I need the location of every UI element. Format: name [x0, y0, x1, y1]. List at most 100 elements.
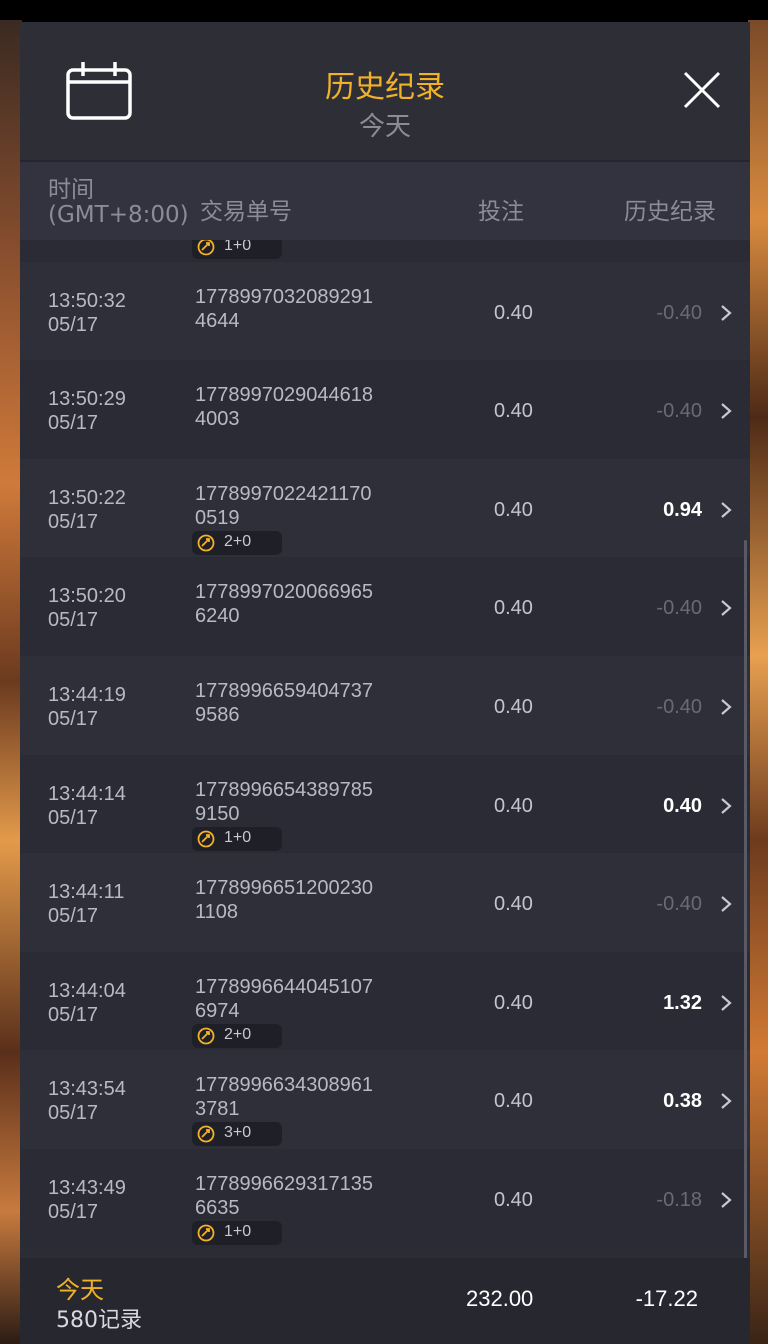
scrollbar[interactable] [744, 540, 747, 1258]
row-time: 13:50:32 [48, 289, 126, 312]
chevron-right-icon [721, 600, 732, 617]
column-time: 时间 (GMT+8:00) [48, 178, 189, 228]
row-time: 13:44:14 [48, 782, 126, 805]
background-left [0, 20, 22, 1344]
close-icon[interactable] [682, 70, 722, 110]
row-date: 05/17 [48, 707, 99, 730]
row-transaction-id: 1778996651200230 [195, 877, 373, 900]
free-spin-icon [197, 534, 215, 552]
history-panel: 历史纪录 今天 时间 (GMT+8:00) 交易单号 投注 历史纪录 05/17… [20, 22, 750, 1344]
free-spin-icon [197, 1125, 215, 1143]
chevron-right-icon [721, 896, 732, 912]
row-transaction-id: 1778996629317135 [195, 1172, 373, 1195]
row-transaction-id: 1778996644045107 [195, 975, 373, 998]
chevron-right-icon [721, 797, 732, 814]
row-bet: 0.40 [494, 1090, 533, 1113]
row-time: 13:44:11 [48, 881, 125, 904]
row-date: 05/17 [48, 412, 99, 435]
row-time: 13:50:22 [48, 486, 126, 509]
footer-total-bet: 232.00 [466, 1286, 534, 1311]
row-date: 05/17 [48, 1200, 99, 1223]
row-result: 0.40 [663, 794, 702, 817]
badge-label: 1+0 [224, 828, 252, 846]
badge-label: 1+0 [224, 240, 252, 254]
row-result: 0.38 [663, 1090, 702, 1113]
row-transaction-id-suffix: 0519 [195, 506, 240, 529]
free-spin-badge: 1+0 [192, 240, 282, 259]
free-spin-badge: 2+0 [192, 1023, 282, 1048]
row-transaction-id: 1778996634308961 [195, 1074, 373, 1097]
free-spin-icon [197, 830, 215, 847]
page-title: 历史纪录 [325, 70, 445, 105]
row-result: -0.40 [656, 695, 702, 718]
footer-total-result: -17.22 [635, 1286, 698, 1311]
badge-label: 3+0 [224, 1124, 252, 1142]
table-row[interactable]: 13:50:32 05/17 1778997032089291 4644 0.40 -0.… [20, 261, 750, 361]
panel-header: 历史纪录 今天 [20, 22, 750, 160]
row-transaction-id-suffix: 3781 [195, 1098, 240, 1121]
row-result: -0.40 [656, 893, 702, 916]
column-time-label: 时间 [48, 177, 94, 203]
row-transaction-id: 1778996654389785 [195, 778, 373, 801]
table-row[interactable]: 13:44:14 05/17 1778996654389785 9150 0.40 0.4… [20, 754, 750, 854]
row-time: 13:50:29 [48, 388, 126, 411]
table-row[interactable]: 13:50:22 05/17 1778997022421170 0519 0.40 0.9… [20, 458, 750, 558]
row-transaction-id: 1778997020066965 [195, 581, 373, 604]
background-right [748, 20, 768, 1344]
row-transaction-id-suffix: 1108 [195, 901, 239, 924]
table-row[interactable]: 13:44:04 05/17 1778996644045107 6974 0.40 1.3… [20, 951, 750, 1051]
row-bet: 0.40 [494, 794, 533, 817]
row-date: 05/17 [48, 806, 99, 829]
row-time: 13:44:19 [48, 683, 126, 706]
row-transaction-id-suffix: 9586 [195, 703, 240, 726]
summary-footer: 今天 580记录 232.00 -17.22 [20, 1258, 750, 1344]
table-row[interactable]: 13:44:19 05/17 1778996659404737 9586 0.40 -0.… [20, 655, 750, 755]
row-transaction-id-suffix: 4644 [195, 309, 240, 332]
row-time: 13:44:04 [48, 979, 126, 1002]
row-result: -0.18 [656, 1188, 702, 1211]
table-row[interactable]: 13:43:49 05/17 1778996629317135 6635 0.40 -0.… [20, 1148, 750, 1248]
row-transaction-id-suffix: 6974 [195, 999, 240, 1022]
row-result: -0.40 [656, 301, 702, 324]
row-result: 1.32 [663, 991, 702, 1014]
chevron-right-icon [721, 1093, 732, 1110]
badge-label: 2+0 [224, 1025, 252, 1043]
chevron-right-icon [721, 699, 732, 715]
row-transaction-id: 1778996659404737 [195, 679, 373, 702]
chevron-right-icon [721, 1192, 732, 1208]
table-row[interactable]: 13:50:29 05/17 1778997029044618 4003 0.40 -0.… [20, 360, 750, 459]
status-bar [0, 0, 768, 22]
badge-label: 2+0 [224, 532, 252, 550]
free-spin-icon [197, 1027, 215, 1045]
row-transaction-id: 1778997029044618 [195, 384, 373, 407]
row-time: 13:50:20 [48, 585, 126, 608]
history-list[interactable]: 05/1754010.40-0.201+013:50:3205/17177899… [20, 240, 750, 1258]
table-row[interactable]: 13:50:20 05/17 1778997020066965 6240 0.40 -0.… [20, 557, 750, 656]
footer-period-label: 今天 [56, 1276, 104, 1304]
row-date: 05/17 [48, 905, 99, 928]
row-date: 05/17 [48, 1102, 99, 1125]
row-bet: 0.40 [494, 893, 533, 916]
chevron-right-icon [721, 994, 732, 1011]
row-date: 05/17 [48, 609, 99, 632]
column-id: 交易单号 [200, 199, 292, 225]
column-header: 时间 (GMT+8:00) 交易单号 投注 历史纪录 [20, 160, 750, 242]
footer-record-count: 580记录 [56, 1308, 142, 1333]
free-spin-badge: 1+0 [192, 826, 282, 851]
table-row[interactable]: 13:43:54 05/17 1778996634308961 3781 0.40 0.3… [20, 1050, 750, 1149]
badge-label: 1+0 [224, 1222, 252, 1240]
table-row[interactable]: 05/1754010.40-0.201+0 [20, 240, 750, 262]
table-row[interactable]: 13:44:11 05/17 1778996651200230 1108 0.40 -0.… [20, 853, 750, 952]
row-time: 13:43:54 [48, 1078, 126, 1101]
chevron-right-icon [721, 304, 732, 321]
row-transaction-id-suffix: 4003 [195, 408, 240, 431]
row-time: 13:43:49 [48, 1176, 126, 1199]
row-result: -0.40 [656, 400, 702, 423]
row-transaction-id: 1778997022421170 [195, 482, 372, 505]
row-date: 05/17 [48, 313, 99, 336]
free-spin-badge: 3+0 [192, 1122, 282, 1147]
row-bet: 0.40 [494, 991, 533, 1014]
row-bet: 0.40 [494, 400, 533, 423]
chevron-right-icon [721, 403, 732, 420]
column-bet: 投注 [478, 199, 524, 225]
